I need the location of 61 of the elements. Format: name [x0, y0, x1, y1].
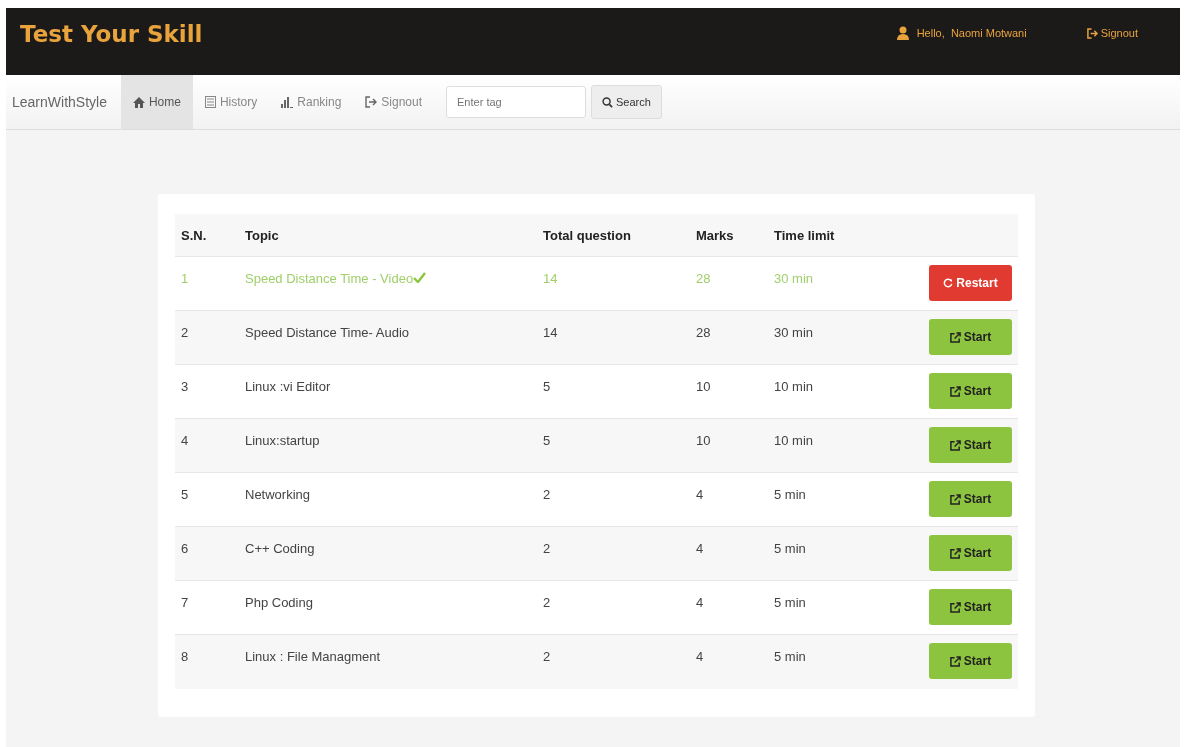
start-button[interactable]: Start: [929, 319, 1012, 355]
bar-chart-icon: [281, 96, 294, 108]
column-header: Time limit: [768, 214, 877, 257]
user-icon: [896, 26, 909, 40]
table-cell: 10 min: [768, 418, 877, 473]
column-header: S.N.: [175, 214, 239, 257]
restart-button[interactable]: Restart: [929, 265, 1012, 301]
table-cell: 2: [537, 634, 690, 689]
signout-icon: [365, 96, 378, 108]
external-link-icon: [949, 385, 961, 397]
table-cell: 5: [537, 418, 690, 473]
nav-item[interactable]: Signout: [353, 75, 435, 129]
table-cell: 5 min: [768, 634, 877, 689]
column-header: Total question: [537, 214, 690, 257]
start-button[interactable]: Start: [929, 535, 1012, 571]
table-cell: 2: [175, 310, 239, 365]
topic-text: Speed Distance Time - Video: [245, 271, 414, 286]
signout-link[interactable]: Signout: [1086, 26, 1138, 40]
table-cell: 10: [690, 418, 768, 473]
topic-text: Networking: [245, 487, 311, 502]
table-cell: 5 min: [768, 526, 877, 581]
external-link-icon: [949, 493, 961, 505]
table-cell: 4: [175, 418, 239, 473]
external-link-icon: [949, 331, 961, 343]
table-cell: 30 min: [768, 310, 877, 365]
topic-text: Speed Distance Time- Audio: [245, 325, 410, 340]
column-header: Topic: [239, 214, 537, 257]
external-link-icon: [949, 547, 961, 559]
site-title: Test Your Skill: [20, 21, 203, 47]
topic-text: Php Coding: [245, 595, 313, 610]
start-button[interactable]: Start: [929, 373, 1012, 409]
user-greeting: Hello, Naomi Motwani: [916, 27, 1027, 39]
topic-text: Linux:startup: [245, 433, 320, 448]
topic-text: Linux :vi Editor: [245, 379, 331, 394]
navbar-brand[interactable]: LearnWithStyle: [6, 94, 121, 110]
home-icon: [132, 96, 145, 108]
start-button[interactable]: Start: [929, 427, 1012, 463]
external-link-icon: [949, 439, 961, 451]
topic-text: C++ Coding: [245, 541, 315, 556]
tag-input[interactable]: Enter tag: [446, 86, 587, 118]
search-button[interactable]: Search: [591, 85, 662, 119]
external-link-icon: [949, 655, 961, 667]
start-button[interactable]: Start: [929, 481, 1012, 517]
start-button[interactable]: Start: [929, 643, 1012, 679]
column-header: Marks: [690, 214, 768, 257]
start-button[interactable]: Start: [929, 589, 1012, 625]
check-icon: [413, 272, 427, 283]
table-cell: 6: [175, 526, 239, 581]
external-link-icon: [949, 601, 961, 613]
table-cell: 8: [175, 634, 239, 689]
topic-text: Linux : File Managment: [245, 649, 381, 664]
nav-item[interactable]: Home: [120, 75, 193, 129]
table-cell: 4: [690, 526, 768, 581]
table-cell: 14: [537, 310, 690, 365]
table-cell: 28: [690, 310, 768, 365]
search-icon: [602, 96, 614, 108]
restart-icon: [943, 278, 954, 288]
signout-icon: [1086, 27, 1098, 39]
table-cell: 2: [537, 526, 690, 581]
table-cell: 4: [690, 634, 768, 689]
list-icon: [204, 96, 216, 108]
